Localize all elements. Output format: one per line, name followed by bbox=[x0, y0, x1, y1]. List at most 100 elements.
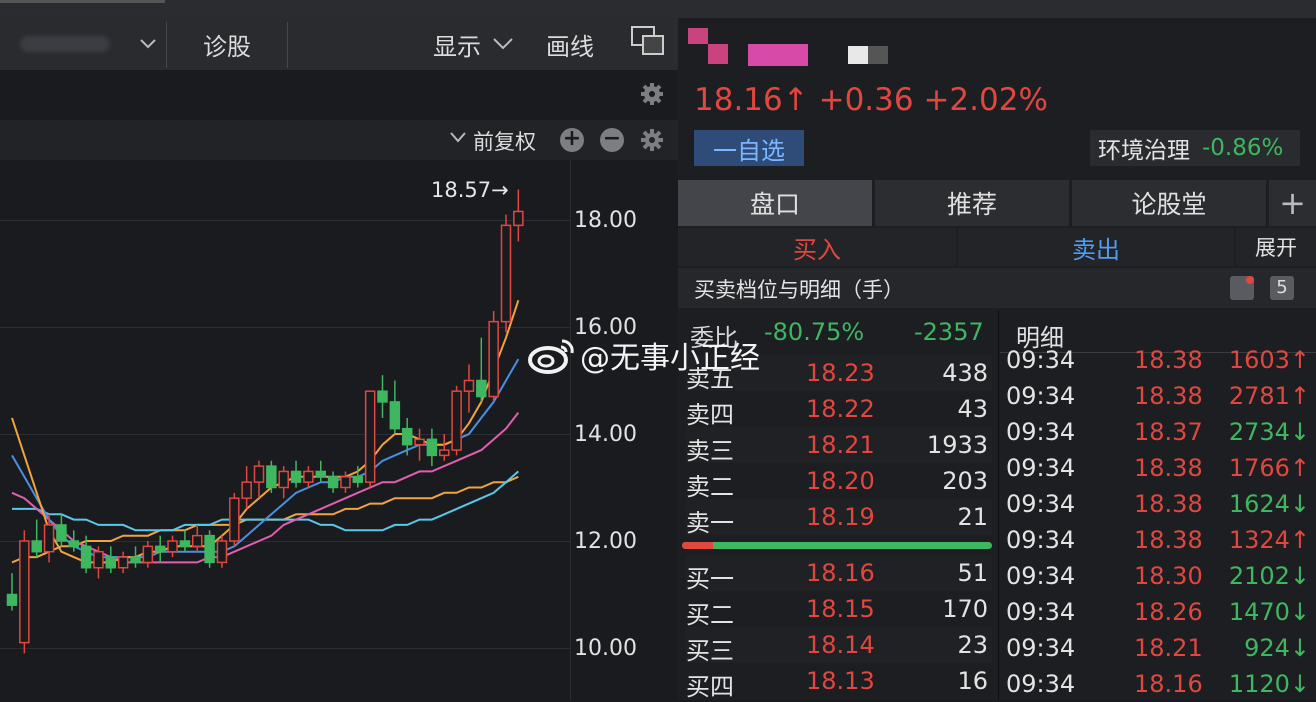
candlestick-chart[interactable] bbox=[0, 160, 570, 700]
candle-body bbox=[253, 465, 265, 483]
sector-name: 环境治理 bbox=[1098, 138, 1190, 164]
candle-body bbox=[426, 438, 438, 457]
candle[interactable] bbox=[154, 535, 166, 563]
gear-icon[interactable] bbox=[640, 82, 664, 110]
watermark: @无事小正经 bbox=[528, 333, 760, 377]
candle[interactable] bbox=[315, 460, 326, 483]
detail-time: 09:34 bbox=[1006, 526, 1076, 554]
detail-row: 09:34 18.38 2781↑ bbox=[1006, 378, 1316, 414]
level-volume: 23 bbox=[957, 631, 988, 659]
ask-level-row[interactable]: 卖一 18.19 21 bbox=[686, 499, 992, 537]
tab-label: 论股堂 bbox=[1131, 190, 1207, 219]
zoom-out-icon[interactable]: − bbox=[600, 128, 624, 152]
level2-icon[interactable] bbox=[1230, 276, 1254, 300]
candle[interactable] bbox=[439, 434, 450, 461]
draw-line-button[interactable]: 画线 bbox=[546, 18, 594, 70]
tab-recommend[interactable]: 推荐 bbox=[875, 180, 1069, 226]
candle[interactable] bbox=[192, 524, 203, 552]
level-label: 卖一 bbox=[686, 509, 734, 537]
moving-average-line bbox=[12, 470, 520, 532]
candle[interactable] bbox=[142, 541, 154, 568]
candle[interactable] bbox=[278, 466, 289, 499]
candle[interactable] bbox=[241, 466, 252, 509]
orderbook-title: 买卖档位与明细（手） bbox=[694, 278, 904, 302]
window-top-bar bbox=[0, 0, 1316, 18]
level-volume: 16 bbox=[957, 667, 988, 695]
candle[interactable] bbox=[31, 519, 42, 558]
level-label: 买四 bbox=[686, 673, 734, 701]
candle[interactable] bbox=[105, 546, 117, 574]
detail-row: 09:34 18.16 1120↓ bbox=[1006, 666, 1316, 702]
candle[interactable] bbox=[500, 214, 512, 333]
candle[interactable] bbox=[303, 466, 314, 488]
blurred-stock-code bbox=[848, 46, 888, 64]
candle[interactable] bbox=[253, 460, 265, 499]
candle-body bbox=[488, 320, 499, 398]
draw-line-label: 画线 bbox=[546, 32, 594, 61]
candle[interactable] bbox=[6, 573, 18, 611]
detail-price: 18.30 bbox=[1134, 562, 1203, 590]
candle[interactable] bbox=[229, 492, 240, 547]
display-menu[interactable]: 显示 bbox=[433, 18, 513, 70]
tab-pankou[interactable]: 盘口 bbox=[678, 180, 872, 226]
candle[interactable] bbox=[117, 551, 129, 574]
candle-body bbox=[167, 540, 178, 553]
ask-level-row[interactable]: 卖四 18.22 43 bbox=[686, 391, 992, 429]
bid-ratio-fill bbox=[682, 542, 713, 549]
diagnose-button[interactable]: 诊股 bbox=[203, 18, 251, 70]
candle-body bbox=[80, 545, 92, 569]
sector-change: -0.86% bbox=[1202, 135, 1284, 161]
candle[interactable] bbox=[56, 514, 67, 547]
candle-body bbox=[340, 476, 351, 489]
bid-level-row[interactable]: 买四 18.13 16 bbox=[686, 663, 992, 701]
candle[interactable] bbox=[463, 364, 475, 413]
bid-level-row[interactable]: 买三 18.14 23 bbox=[686, 627, 992, 665]
candle[interactable] bbox=[93, 546, 104, 579]
candle[interactable] bbox=[389, 380, 401, 435]
bid-level-row[interactable]: 买二 18.15 170 bbox=[686, 591, 992, 629]
level-price: 18.22 bbox=[806, 395, 875, 423]
candle[interactable] bbox=[488, 310, 499, 402]
ask-level-row[interactable]: 卖二 18.20 203 bbox=[686, 463, 992, 501]
stock-selector[interactable] bbox=[20, 18, 160, 70]
buy-button[interactable]: 买入 bbox=[678, 228, 956, 266]
candle[interactable] bbox=[327, 471, 339, 493]
candle[interactable] bbox=[290, 460, 302, 488]
tab-forum[interactable]: 论股堂 bbox=[1072, 180, 1266, 226]
candle[interactable] bbox=[130, 546, 141, 568]
level-price: 18.16 bbox=[806, 559, 875, 587]
candle[interactable] bbox=[216, 535, 228, 568]
detail-row: 09:34 18.38 1603↑ bbox=[1006, 342, 1316, 378]
sell-button[interactable]: 卖出 bbox=[958, 228, 1234, 266]
last-price: 18.16↑ bbox=[694, 82, 809, 118]
ask-level-row[interactable]: 卖三 18.21 1933 bbox=[686, 427, 992, 465]
add-tab-icon[interactable]: + bbox=[1269, 180, 1316, 226]
candle[interactable] bbox=[426, 428, 438, 467]
zoom-in-icon[interactable]: + bbox=[560, 128, 584, 152]
adjust-mode-select[interactable]: 前复权 bbox=[473, 126, 536, 156]
candle[interactable] bbox=[451, 385, 462, 456]
candle[interactable] bbox=[179, 530, 191, 552]
candle[interactable] bbox=[204, 530, 215, 568]
watchlist-button[interactable]: 一自选 bbox=[694, 130, 804, 166]
panel-divider bbox=[998, 310, 999, 700]
candle[interactable] bbox=[167, 535, 178, 558]
window-toggle-icon[interactable] bbox=[631, 26, 665, 56]
sector-badge[interactable]: 环境治理 -0.86% bbox=[1090, 130, 1300, 166]
bid-level-row[interactable]: 买一 18.16 51 bbox=[686, 555, 992, 593]
candle[interactable] bbox=[19, 530, 30, 654]
candle[interactable] bbox=[513, 189, 524, 242]
gear-icon[interactable] bbox=[640, 128, 664, 156]
candle[interactable] bbox=[364, 390, 376, 488]
chevron-down-icon bbox=[450, 132, 466, 143]
level-count-badge[interactable]: 5 bbox=[1270, 276, 1294, 300]
candle[interactable] bbox=[476, 337, 487, 402]
candle[interactable] bbox=[266, 460, 277, 493]
moving-average-line bbox=[11, 299, 520, 564]
candle-body bbox=[278, 470, 289, 489]
level-volume: 438 bbox=[942, 359, 988, 387]
candle[interactable] bbox=[377, 375, 388, 418]
candle[interactable] bbox=[414, 428, 425, 461]
blurred-stock-logo bbox=[688, 28, 708, 44]
expand-button[interactable]: 展开 bbox=[1236, 228, 1316, 266]
